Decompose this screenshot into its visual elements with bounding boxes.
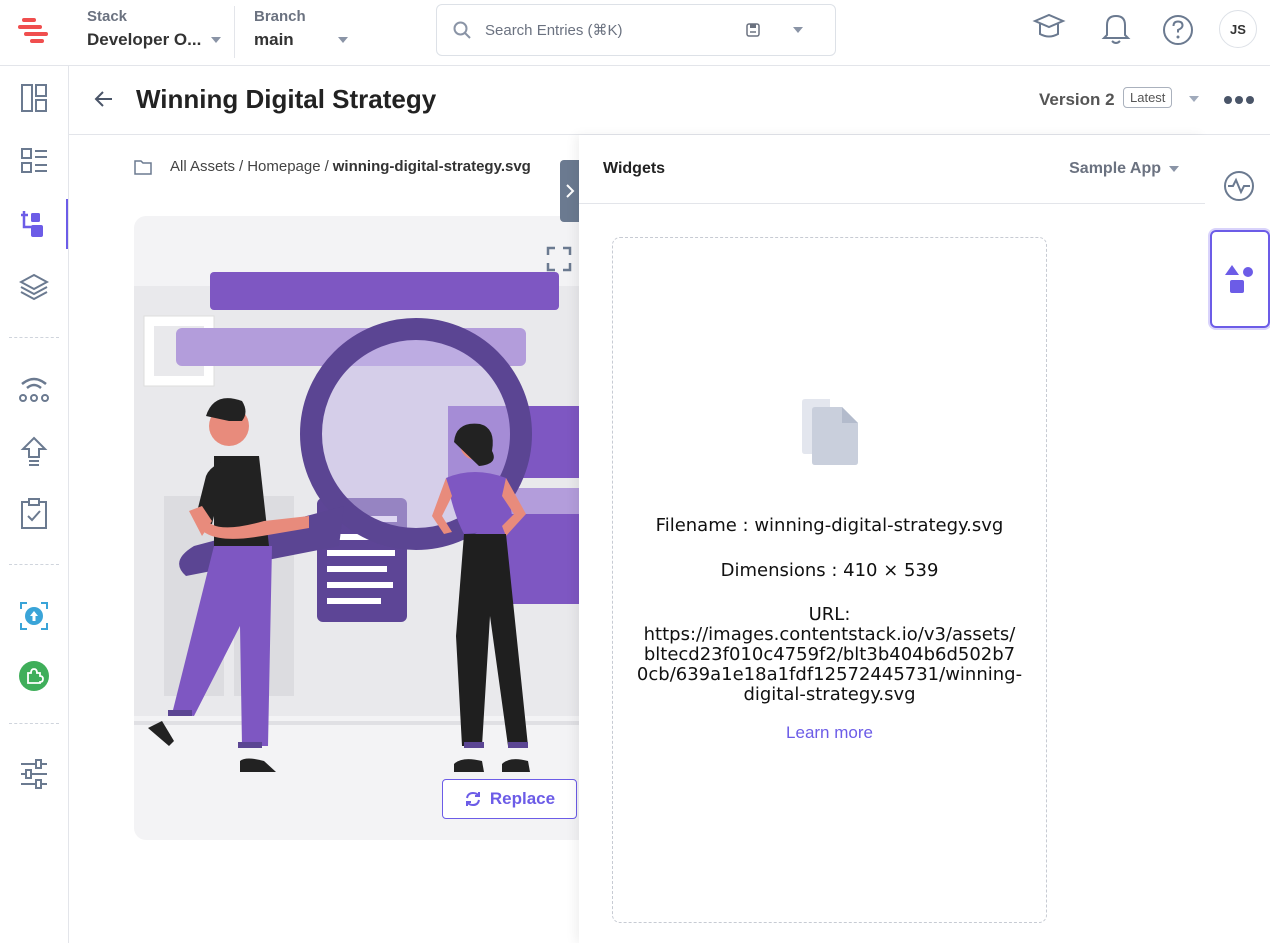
sidebar-divider bbox=[9, 337, 59, 338]
entry-header: Winning Digital Strategy Version 2 Lates… bbox=[69, 66, 1270, 135]
avatar[interactable]: JS bbox=[1219, 10, 1257, 48]
branch-label: Branch bbox=[254, 8, 306, 25]
search-placeholder: Search Entries (⌘K) bbox=[485, 22, 623, 39]
sidebar-item-settings[interactable] bbox=[0, 749, 68, 799]
stack-selector[interactable]: Stack Developer O... bbox=[87, 8, 222, 50]
stack-label: Stack bbox=[87, 8, 128, 25]
replace-button[interactable]: Replace bbox=[442, 779, 577, 819]
url-line: digital-strategy.svg bbox=[743, 684, 916, 705]
panel-title: Widgets bbox=[603, 160, 666, 177]
puzzle-app-icon bbox=[19, 661, 49, 691]
search-icon bbox=[453, 21, 471, 39]
activity-pulse-icon[interactable] bbox=[1223, 170, 1255, 202]
dashboard-icon bbox=[21, 84, 47, 112]
upload-arrow-icon bbox=[20, 436, 48, 466]
widgets-toggle-button[interactable] bbox=[1210, 230, 1270, 328]
chevron-right-icon bbox=[565, 184, 574, 198]
latest-badge: Latest bbox=[1123, 87, 1173, 108]
dimensions-text: Dimensions : 410 × 539 bbox=[720, 560, 939, 581]
fullscreen-icon[interactable] bbox=[546, 246, 572, 272]
sidebar-item-webhooks[interactable] bbox=[0, 363, 68, 413]
widget-content: Filename : winning-digital-strategy.svg … bbox=[612, 237, 1047, 923]
contentstack-logo[interactable] bbox=[16, 16, 50, 46]
sidebar-item-tasks[interactable] bbox=[0, 489, 68, 539]
sidebar-item-content-models[interactable] bbox=[0, 262, 68, 312]
save-search-icon[interactable] bbox=[745, 22, 761, 38]
sidebar-item-dashboard[interactable] bbox=[0, 73, 68, 123]
app-selector-label: Sample App bbox=[1069, 160, 1161, 177]
notification-bell-icon[interactable] bbox=[1099, 10, 1133, 46]
top-bar: Stack Developer O... Branch main Search … bbox=[0, 0, 1270, 66]
sidebar-divider bbox=[9, 564, 59, 565]
folder-icon bbox=[134, 159, 152, 175]
chevron-down-icon bbox=[211, 37, 222, 43]
page-title: Winning Digital Strategy bbox=[136, 84, 437, 114]
layers-icon bbox=[19, 273, 49, 301]
widgets-panel: Widgets Sample App Filename : winning-di… bbox=[579, 135, 1205, 943]
sidebar-item-assets[interactable] bbox=[0, 199, 68, 249]
search-dropdown-icon[interactable] bbox=[793, 27, 803, 33]
right-rail bbox=[1205, 135, 1270, 943]
branch-value: main bbox=[254, 30, 294, 49]
stack-value: Developer O... bbox=[87, 30, 202, 49]
back-arrow-icon[interactable] bbox=[94, 90, 114, 108]
more-options-icon[interactable] bbox=[1223, 95, 1255, 105]
url-line: 0cb/639a1e18a1fdf12572445731/winning- bbox=[636, 664, 1023, 685]
asset-preview bbox=[134, 216, 604, 840]
clipboard-check-icon bbox=[21, 498, 47, 529]
version-label[interactable]: Version 2 bbox=[1039, 90, 1115, 110]
wireless-icon bbox=[19, 377, 49, 402]
chevron-down-icon bbox=[337, 37, 348, 43]
breadcrumb-homepage[interactable]: Homepage bbox=[247, 158, 320, 175]
filename-text: Filename : winning-digital-strategy.svg bbox=[655, 515, 1004, 536]
left-sidebar bbox=[0, 66, 69, 943]
sliders-settings-icon bbox=[21, 759, 47, 789]
academy-icon[interactable] bbox=[1032, 10, 1066, 44]
chevron-down-icon bbox=[1169, 166, 1179, 172]
url-line: https://images.contentstack.io/v3/assets… bbox=[643, 624, 1016, 645]
entries-list-icon bbox=[21, 148, 47, 173]
sidebar-item-app-1[interactable] bbox=[0, 591, 68, 641]
url-line: bltecd23f010c4759f2/blt3b404b6d502b7 bbox=[643, 644, 1016, 665]
branch-selector[interactable]: Branch main bbox=[254, 8, 348, 50]
sidebar-divider bbox=[9, 723, 59, 724]
breadcrumb-all-assets[interactable]: All Assets bbox=[170, 158, 235, 175]
app-upload-icon bbox=[20, 602, 48, 630]
learn-more-link[interactable]: Learn more bbox=[613, 723, 1046, 743]
asset-illustration bbox=[134, 272, 604, 772]
refresh-icon bbox=[465, 791, 480, 807]
breadcrumb-current: winning-digital-strategy.svg bbox=[332, 158, 531, 175]
app-selector[interactable]: Sample App bbox=[1069, 160, 1179, 178]
file-copy-icon bbox=[801, 399, 858, 465]
sidebar-item-app-2[interactable] bbox=[0, 651, 68, 701]
collapse-panel-button[interactable] bbox=[560, 160, 579, 222]
sidebar-item-publish-queue[interactable] bbox=[0, 426, 68, 476]
search-input[interactable]: Search Entries (⌘K) bbox=[436, 4, 836, 56]
url-label: URL: bbox=[808, 604, 851, 625]
breadcrumb-separator: / bbox=[239, 158, 244, 175]
version-dropdown-icon[interactable] bbox=[1189, 96, 1199, 102]
breadcrumb-separator: / bbox=[324, 158, 329, 175]
assets-icon bbox=[21, 211, 43, 237]
replace-label: Replace bbox=[489, 789, 556, 808]
help-icon[interactable] bbox=[1161, 10, 1195, 46]
breadcrumb: All Assets / Homepage / winning-digital-… bbox=[134, 158, 531, 175]
shapes-widget-icon bbox=[1225, 265, 1253, 293]
sidebar-item-entries[interactable] bbox=[0, 136, 68, 186]
divider bbox=[234, 6, 235, 58]
